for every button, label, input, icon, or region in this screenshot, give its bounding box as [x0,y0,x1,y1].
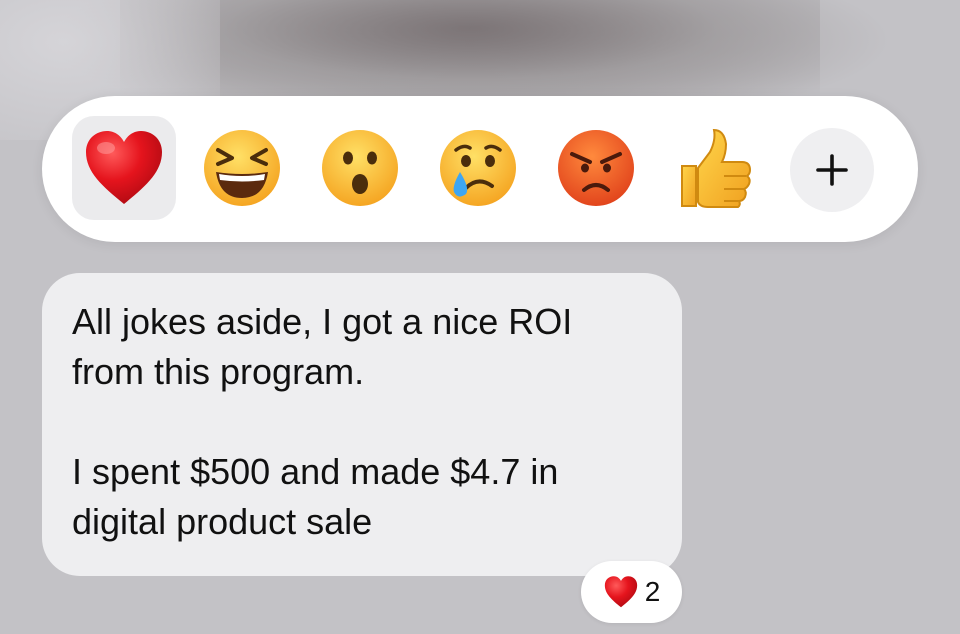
red-heart-icon [604,576,637,608]
message-bubble[interactable]: All jokes aside, I got a nice ROI from t… [42,273,682,576]
reaction-heart-button[interactable] [72,116,176,220]
background-blur [120,0,820,100]
reaction-count: 2 [644,576,661,607]
crying-face-icon [440,130,516,206]
reaction-wow-button[interactable] [308,116,412,220]
laughing-face-icon [204,130,280,206]
reaction-angry-button[interactable] [544,116,648,220]
angry-face-icon [558,130,634,206]
message-reaction-summary[interactable]: 2 [581,561,682,623]
reaction-laugh-button[interactable] [190,116,294,220]
reaction-like-button[interactable] [662,116,766,220]
reaction-sad-button[interactable] [426,116,530,220]
reaction-picker [42,96,918,242]
surprised-face-icon [322,130,398,206]
message-text: All jokes aside, I got a nice ROI from t… [72,301,573,542]
thumbs-up-icon [681,128,752,208]
red-heart-icon [86,131,162,204]
plus-icon [816,154,848,186]
more-reactions-button[interactable] [790,128,874,212]
